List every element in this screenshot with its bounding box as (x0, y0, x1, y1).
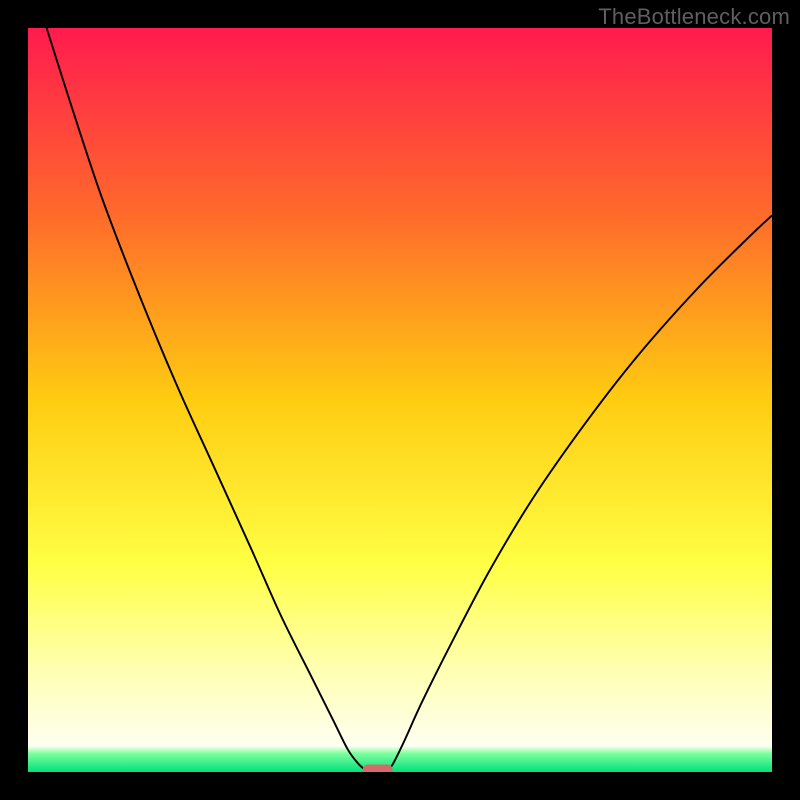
chart-svg (28, 28, 772, 772)
chart-background (28, 28, 772, 772)
watermark-text: TheBottleneck.com (598, 4, 790, 30)
plot-area (28, 28, 772, 772)
optimal-marker (363, 765, 393, 772)
chart-frame: TheBottleneck.com (0, 0, 800, 800)
